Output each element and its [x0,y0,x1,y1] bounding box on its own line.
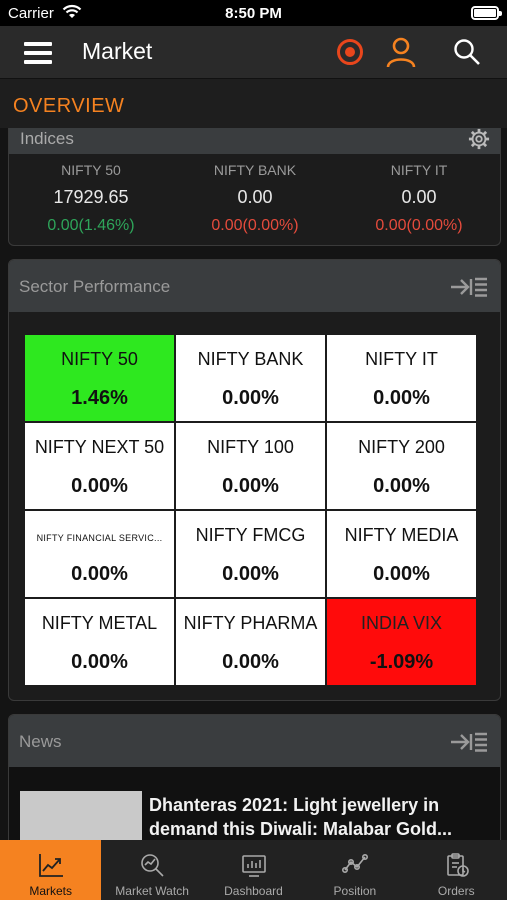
expand-arrow-icon[interactable] [450,731,488,753]
tab-market-watch[interactable]: Market Watch [101,840,202,900]
index-nifty-50[interactable]: NIFTY 50 17929.65 0.00(1.46%) [9,162,173,235]
user-icon[interactable] [385,36,417,68]
news-headline: Dhanteras 2021: Light jewellery in deman… [149,793,494,841]
sector-name: NIFTY IT [365,349,438,369]
sector-tile[interactable]: NIFTY NEXT 50 0.00% [25,423,174,509]
app-header: Market [0,26,507,78]
tab-label: Market Watch [115,884,189,898]
news-headline-line: demand this Diwali: Malabar Gold... [149,819,453,839]
menu-icon[interactable] [24,42,52,64]
sector-change: 0.00% [71,651,128,673]
index-nifty-bank[interactable]: NIFTY BANK 0.00 0.00(0.00%) [173,162,337,235]
tab-dashboard[interactable]: Dashboard [203,840,304,900]
tab-position[interactable]: Position [304,840,405,900]
sector-change: 1.46% [71,387,128,409]
sector-name: INDIA VIX [360,613,443,633]
sector-tile[interactable]: NIFTY IT 0.00% [327,335,476,421]
status-bar: Carrier 8:50 PM [0,0,507,26]
index-name: NIFTY BANK [213,162,297,178]
sector-change: 0.00% [222,475,279,497]
sector-name: NIFTY BANK [197,349,304,369]
sector-name: NIFTY FMCG [195,525,306,545]
sector-name: NIFTY NEXT 50 [34,437,165,457]
sector-grid: NIFTY 50 1.46% NIFTY BANK 0.00% NIFTY IT… [25,335,477,685]
sector-name: NIFTY 100 [207,437,294,457]
overview-title: OVERVIEW [13,95,125,117]
sector-name: NIFTY PHARMA [183,613,318,633]
sector-tile[interactable]: NIFTY 100 0.00% [176,423,325,509]
sector-tile[interactable]: NIFTY MEDIA 0.00% [327,511,476,597]
sector-tile[interactable]: NIFTY BANK 0.00% [176,335,325,421]
sector-change: 0.00% [71,563,128,585]
news-header: News [9,715,500,767]
tab-label: Orders [437,884,475,898]
index-nifty-it[interactable]: NIFTY IT 0.00 0.00(0.00%) [337,162,501,235]
sector-change: 0.00% [222,563,279,585]
clock: 8:50 PM [225,5,282,22]
index-value: 0.00 [401,187,437,207]
indices-header: Indices [9,128,500,154]
page-title: Market [82,38,153,64]
sector-performance-header: Sector Performance [9,260,500,312]
sector-tile[interactable]: NIFTY 50 1.46% [25,335,174,421]
expand-arrow-icon[interactable] [450,276,488,298]
index-change: 0.00(0.00%) [375,217,463,234]
index-name: NIFTY IT [390,162,448,178]
battery-icon [471,6,502,20]
index-name: NIFTY 50 [61,162,121,178]
index-change: 0.00(0.00%) [211,217,299,234]
news-thumbnail [20,791,142,843]
sector-performance-label: Sector Performance [19,277,171,296]
sector-performance-card: Sector Performance NIFTY 50 1.46% NIFTY … [8,259,501,701]
sector-change: 0.00% [222,387,279,409]
bottom-tab-bar: Markets Market Watch Dashboard Position … [0,840,507,900]
sector-name: NIFTY MEDIA [344,525,459,545]
index-value: 0.00 [237,187,273,207]
sector-change: 0.00% [373,475,430,497]
sector-change: -1.09% [369,651,434,673]
tab-label: Markets [29,884,73,898]
search-icon[interactable] [453,38,481,66]
watch-search-icon [141,854,164,877]
gear-icon[interactable] [468,128,490,150]
trend-chart-icon [39,854,63,877]
orders-icon [446,853,469,877]
position-icon [342,853,369,873]
sector-tile[interactable]: INDIA VIX -1.09% [327,599,476,685]
overview-section: OVERVIEW [0,78,507,128]
record-icon[interactable] [337,39,363,65]
index-change: 0.00(1.46%) [47,217,135,234]
sector-tile[interactable]: NIFTY 200 0.00% [327,423,476,509]
indices-card: Indices NIFTY 50 17929.65 0.00(1.46%) NI… [8,128,501,246]
sector-name: NIFTY FINANCIAL SERVIC... [36,533,163,543]
tab-label: Dashboard [224,884,283,898]
sector-change: 0.00% [373,563,430,585]
sector-name: NIFTY 200 [358,437,445,457]
indices-label: Indices [20,129,74,148]
tab-markets[interactable]: Markets [0,840,102,900]
sector-name: NIFTY METAL [41,613,158,633]
dashboard-icon [241,855,266,877]
sector-name: NIFTY 50 [61,349,138,369]
index-value: 17929.65 [53,187,129,207]
tab-label: Position [333,884,377,898]
tab-orders[interactable]: Orders [406,840,507,900]
sector-tile[interactable]: NIFTY FINANCIAL SERVIC... 0.00% [25,511,174,597]
sector-tile[interactable]: NIFTY FMCG 0.00% [176,511,325,597]
sector-tile[interactable]: NIFTY PHARMA 0.00% [176,599,325,685]
sector-change: 0.00% [71,475,128,497]
sector-change: 0.00% [222,651,279,673]
news-label: News [19,732,62,751]
sector-change: 0.00% [373,387,430,409]
news-headline-line: Dhanteras 2021: Light jewellery in [149,795,440,815]
sector-tile[interactable]: NIFTY METAL 0.00% [25,599,174,685]
